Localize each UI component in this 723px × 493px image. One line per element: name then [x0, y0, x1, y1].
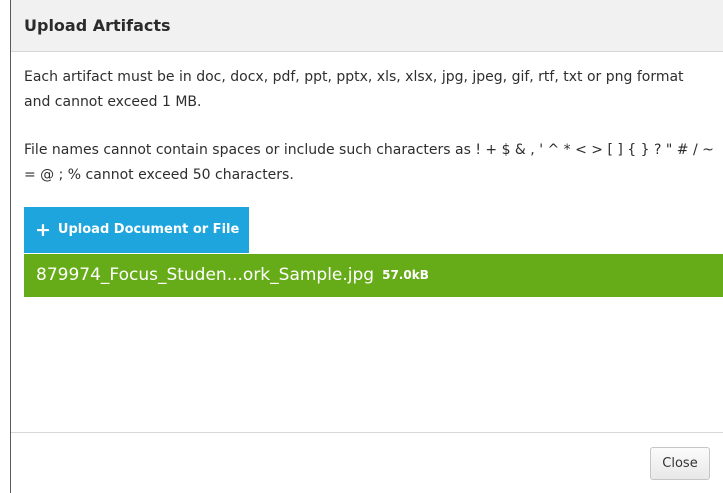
dialog-header: Upload Artifacts	[11, 0, 723, 52]
close-button[interactable]: Close	[650, 447, 710, 480]
upload-button-label: Upload Document or File	[57, 222, 240, 237]
filename-instructions: File names cannot contain spaces or incl…	[24, 142, 714, 183]
format-instructions: Each artifact must be in doc, docx, pdf,…	[24, 69, 684, 110]
upload-artifacts-dialog: Upload Artifacts Each artifact must be i…	[10, 0, 723, 493]
dialog-title: Upload Artifacts	[24, 16, 171, 35]
dialog-footer: Close	[11, 432, 723, 493]
file-size: 57.0kB	[382, 268, 429, 282]
file-name: 879974_Focus_Studen...ork_Sample.jpg	[36, 265, 375, 285]
upload-document-button[interactable]: + Upload Document or File	[24, 207, 250, 253]
plus-icon: +	[35, 219, 51, 241]
uploaded-file-item: 879974_Focus_Studen...ork_Sample.jpg 57.0…	[24, 254, 723, 297]
